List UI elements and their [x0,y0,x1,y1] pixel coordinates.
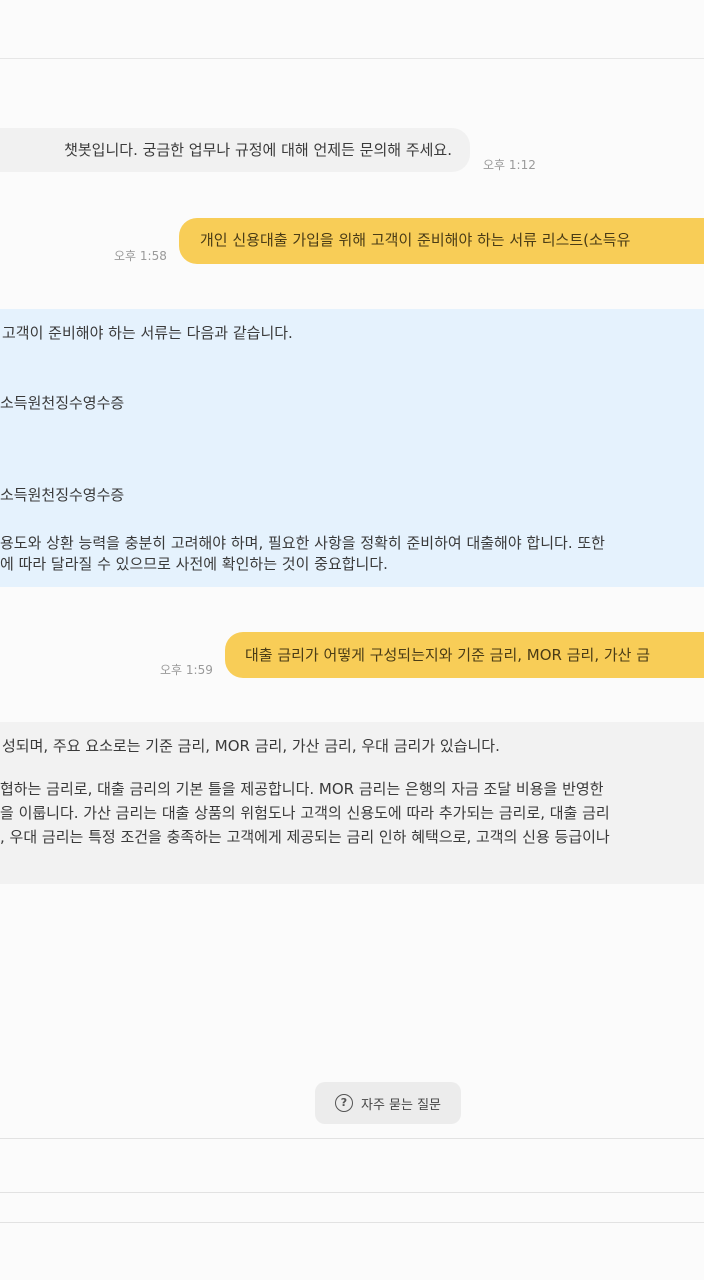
greeting-time: 오후 1:12 [483,158,536,172]
answer1-line-4: 용도와 상환 능력을 충분히 고려해야 하며, 필요한 사항을 정확히 준비하여… [0,534,605,552]
user-question1-bubble: 개인 신용대출 가입을 위해 고객이 준비해야 하는 서류 리스트(소득유 [179,218,704,264]
question1-time: 오후 1:58 [114,249,167,263]
answer2-line-2: 협하는 금리로, 대출 금리의 기본 틀을 제공합니다. MOR 금리는 은행의… [0,780,604,798]
user-question2-bubble: 대출 금리가 어떻게 구성되는지와 기준 금리, MOR 금리, 가산 금 [225,632,704,678]
header-divider [0,58,704,59]
question-circle-icon: ? [334,1094,353,1112]
bot-greeting-text: 챗봇입니다. 궁금한 업무나 규정에 대해 언제든 문의해 주세요. [64,141,452,159]
answer2-line-4: , 우대 금리는 특정 조건을 충족하는 고객에게 제공되는 금리 인하 혜택으… [0,828,610,846]
user-question2-text: 대출 금리가 어떻게 구성되는지와 기준 금리, MOR 금리, 가산 금 [245,646,651,664]
message-input-area[interactable] [0,1139,704,1192]
answer2-line-1: 성되며, 주요 요소로는 기준 금리, MOR 금리, 가산 금리, 우대 금리… [2,737,500,755]
input-area-mid-divider [0,1192,704,1193]
answer1-line-2: 소득원천징수영수증 [0,394,125,412]
question2-time: 오후 1:59 [160,663,213,677]
bot-answer2-block: 성되며, 주요 요소로는 기준 금리, MOR 금리, 가산 금리, 우대 금리… [0,722,704,884]
bot-answer1-block: 고객이 준비해야 하는 서류는 다음과 같습니다. 소득원천징수영수증 소득원천… [0,309,704,587]
bot-greeting-bubble: 챗봇입니다. 궁금한 업무나 규정에 대해 언제든 문의해 주세요. [0,128,470,172]
chat-screen: 챗봇입니다. 궁금한 업무나 규정에 대해 언제든 문의해 주세요. 오후 1:… [0,0,704,1280]
faq-button[interactable]: ? 자주 묻는 질문 [315,1082,461,1124]
answer1-line-3: 소득원천징수영수증 [0,486,125,504]
answer1-line-1: 고객이 준비해야 하는 서류는 다음과 같습니다. [2,324,293,342]
faq-button-label: 자주 묻는 질문 [360,1097,442,1113]
input-area-bottom-divider [0,1222,704,1223]
answer1-line-5: 에 따라 달라질 수 있으므로 사전에 확인하는 것이 중요합니다. [0,555,388,573]
user-question1-text: 개인 신용대출 가입을 위해 고객이 준비해야 하는 서류 리스트(소득유 [200,231,631,249]
answer2-line-3: 을 이룹니다. 가산 금리는 대출 상품의 위험도나 고객의 신용도에 따라 추… [0,804,610,822]
